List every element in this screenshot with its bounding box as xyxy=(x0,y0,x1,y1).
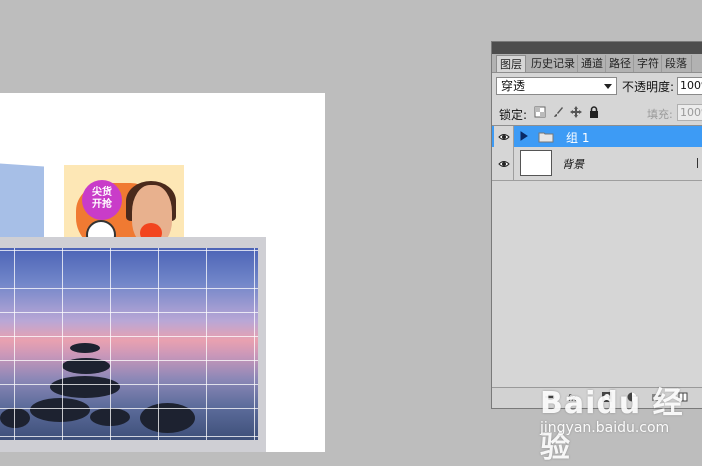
tab-paragraph[interactable]: 段落 xyxy=(662,55,692,72)
fill-label: 填充: xyxy=(647,108,673,121)
blend-mode-select[interactable]: 穿透 xyxy=(496,77,617,95)
layer-row-group[interactable]: 组 1 xyxy=(492,126,702,147)
layer-row-background[interactable]: 背景 xyxy=(492,147,702,181)
brush-icon[interactable] xyxy=(552,106,564,118)
visibility-toggle[interactable] xyxy=(494,126,514,147)
watermark-url: jingyan.baidu.com xyxy=(540,420,670,436)
promo-badge-line1: 尖货 xyxy=(92,187,112,198)
layer-name: 背景 xyxy=(562,158,584,171)
chevron-down-icon xyxy=(604,84,612,89)
layer-name: 组 1 xyxy=(566,131,590,145)
layer-thumbnail xyxy=(520,150,552,176)
lock-label: 锁定: xyxy=(499,108,528,122)
move-icon[interactable] xyxy=(570,106,582,118)
opacity-label: 不透明度: xyxy=(622,80,675,94)
fill-input[interactable]: 100% xyxy=(677,104,702,121)
lock-transparent-pixels-icon[interactable] xyxy=(534,106,546,118)
panel-tab-row: 图层 历史记录 通道 路径 字符 段落 xyxy=(492,54,702,73)
tab-layers[interactable]: 图层 xyxy=(496,55,526,72)
tab-history[interactable]: 历史记录 xyxy=(528,55,578,72)
promo-badge: 尖货 开抢 xyxy=(82,180,122,220)
tab-channels[interactable]: 通道 xyxy=(578,55,606,72)
tab-character[interactable]: 字符 xyxy=(634,55,662,72)
layers-panel: 图层 历史记录 通道 路径 字符 段落 穿透 不透明度: 100% 锁定: 填充… xyxy=(491,41,702,409)
baidu-watermark: Baidu 经验 jingyan.baidu.com xyxy=(540,378,702,465)
blue-rectangle-shape xyxy=(0,163,44,249)
seascape-photo xyxy=(0,248,258,440)
eye-icon xyxy=(498,134,510,140)
tab-paths[interactable]: 路径 xyxy=(606,55,634,72)
visibility-toggle[interactable] xyxy=(494,147,514,180)
expand-triangle-icon[interactable] xyxy=(520,131,528,141)
blend-mode-value: 穿透 xyxy=(501,79,526,93)
folder-icon xyxy=(538,132,554,143)
lock-icon xyxy=(697,158,702,168)
eye-icon xyxy=(498,161,510,167)
panel-titlebar[interactable] xyxy=(492,42,702,54)
promo-image: 尖货 开抢 xyxy=(64,165,184,243)
opacity-input[interactable]: 100% xyxy=(677,77,702,95)
lock-icon[interactable] xyxy=(588,106,600,118)
lock-row: 锁定: 填充: 100% xyxy=(492,101,702,125)
layer-list: 组 1 背景 xyxy=(492,125,702,181)
promo-badge-line2: 开抢 xyxy=(92,199,112,210)
